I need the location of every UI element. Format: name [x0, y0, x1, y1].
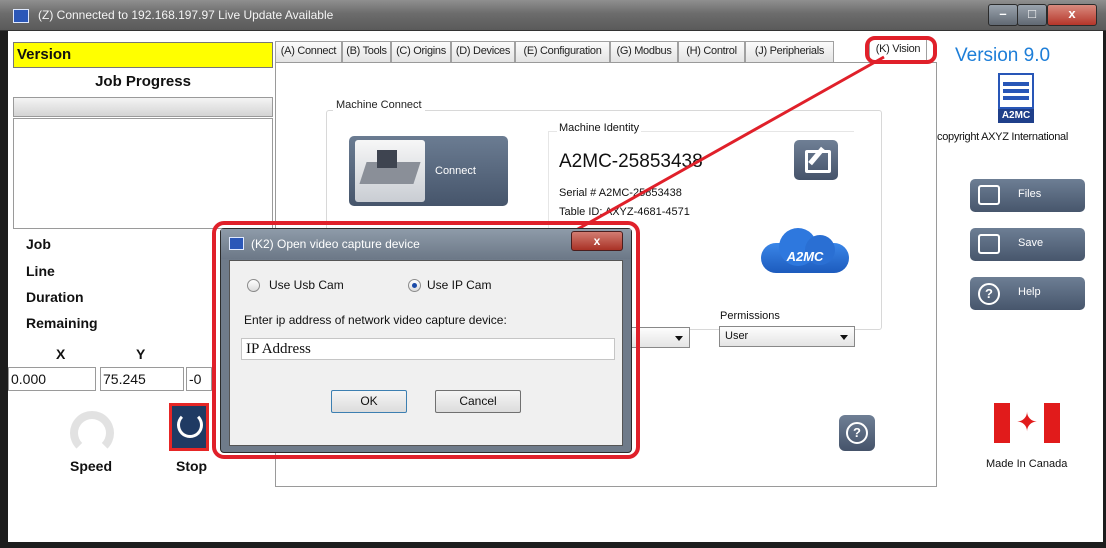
dialog-body: Use Usb Cam Use IP Cam Enter ip address … [229, 260, 623, 446]
machine-connect-label: Machine Connect [333, 99, 425, 111]
question-icon: ? [846, 422, 868, 444]
y-axis-label: Y [136, 346, 146, 362]
save-button[interactable]: Save [970, 228, 1085, 261]
tab-peripherials[interactable]: (J) Peripherials [745, 41, 834, 62]
tab-configuration[interactable]: (E) Configuration [515, 41, 610, 62]
a2mc-logo-icon [998, 73, 1034, 109]
window-title: (Z) Connected to 192.168.197.97 Live Upd… [38, 8, 334, 22]
line-label: Line [26, 263, 55, 279]
tab-tools[interactable]: (B) Tools [342, 41, 391, 62]
app-icon [13, 9, 29, 23]
canada-flag-icon: ✦ [994, 403, 1060, 443]
machine-identity-name: A2MC-25853438 [559, 151, 703, 172]
serial-number: Serial # A2MC-25853438 [559, 187, 682, 199]
help-button[interactable]: ? Help [970, 277, 1085, 310]
permissions-select[interactable]: User [719, 326, 855, 347]
cloud-logo-text: A2MC [786, 249, 824, 264]
ok-button[interactable]: OK [331, 390, 407, 413]
z-position-field[interactable]: -0 [186, 367, 212, 391]
chevron-down-icon [675, 336, 683, 341]
close-button[interactable]: x [1047, 4, 1097, 26]
client-area: Version Job Progress Job Line Duration R… [8, 31, 1103, 542]
tab-connect[interactable]: (A) Connect [275, 41, 342, 62]
a2mc-logo-tag: A2MC [998, 109, 1034, 123]
connect-help-button[interactable]: ? [839, 415, 875, 451]
remaining-label: Remaining [26, 315, 98, 331]
made-in-canada-label: Made In Canada [986, 458, 1068, 470]
maple-leaf-icon: ✦ [1016, 407, 1038, 437]
ip-address-input[interactable]: IP Address [241, 338, 615, 360]
duration-label: Duration [26, 289, 84, 305]
speed-label: Speed [70, 458, 113, 474]
files-button[interactable]: Files [970, 179, 1085, 212]
ip-cam-radio[interactable] [408, 279, 421, 292]
job-log-box[interactable] [13, 118, 273, 229]
chevron-down-icon [840, 335, 848, 340]
stop-icon [177, 412, 203, 438]
cnc-machine-icon [355, 140, 425, 202]
help-button-label: Help [1018, 286, 1041, 298]
dialog-title-bar[interactable]: (K2) Open video capture device x [221, 229, 631, 259]
save-button-label: Save [1018, 237, 1044, 249]
y-position-field[interactable]: 75.245 [100, 367, 184, 391]
connect-button-label: Connect [435, 165, 476, 177]
version-title: Version 9.0 [955, 45, 1051, 66]
a2mc-cloud-logo: A2MC [761, 225, 849, 273]
tab-strip: (A) Connect (B) Tools (C) Origins (D) De… [275, 39, 937, 63]
files-button-label: Files [1018, 188, 1042, 200]
speed-knob[interactable] [70, 411, 114, 455]
version-bar: Version [13, 42, 273, 68]
maximize-button[interactable]: □ [1017, 4, 1047, 26]
stop-label: Stop [176, 458, 208, 474]
x-axis-label: X [56, 346, 66, 362]
edit-identity-button[interactable] [794, 140, 838, 180]
dialog-app-icon [229, 237, 244, 250]
permissions-label: Permissions [720, 310, 780, 322]
permissions-value: User [725, 330, 749, 342]
usb-cam-label[interactable]: Use Usb Cam [269, 278, 344, 292]
tab-control[interactable]: (H) Control [678, 41, 745, 62]
help-icon: ? [978, 283, 1000, 305]
dialog-close-button[interactable]: x [571, 231, 623, 251]
vision-tab-highlight [865, 36, 937, 64]
usb-cam-radio[interactable] [247, 279, 260, 292]
connect-button[interactable]: Connect [349, 136, 508, 206]
job-label: Job [26, 236, 51, 252]
video-capture-dialog: (K2) Open video capture device x Use Usb… [220, 228, 632, 453]
tab-devices[interactable]: (D) Devices [451, 41, 515, 62]
tab-origins[interactable]: (C) Origins [391, 41, 451, 62]
job-progress-bar [13, 97, 273, 117]
briefcase-icon [978, 234, 1000, 254]
tab-modbus[interactable]: (G) Modbus [610, 41, 678, 62]
dialog-title: (K2) Open video capture device [251, 237, 420, 251]
job-progress-label: Job Progress [95, 73, 191, 90]
minimize-button[interactable]: – [988, 4, 1018, 26]
ip-cam-label[interactable]: Use IP Cam [427, 278, 491, 292]
app-window: (Z) Connected to 192.168.197.97 Live Upd… [0, 0, 1106, 548]
machine-identity-label: Machine Identity [557, 122, 642, 134]
copyright-text: copyright AXYZ International [937, 131, 1069, 143]
ip-address-prompt: Enter ip address of network video captur… [244, 313, 507, 327]
stop-button[interactable] [169, 403, 209, 451]
cancel-button[interactable]: Cancel [435, 390, 521, 413]
table-id: Table ID: AXYZ-4681-4571 [559, 206, 690, 218]
x-position-field[interactable]: 0.000 [8, 367, 96, 391]
folder-icon [978, 185, 1000, 205]
a2mc-logo: A2MC [998, 73, 1034, 125]
title-bar[interactable]: (Z) Connected to 192.168.197.97 Live Upd… [0, 0, 1106, 31]
